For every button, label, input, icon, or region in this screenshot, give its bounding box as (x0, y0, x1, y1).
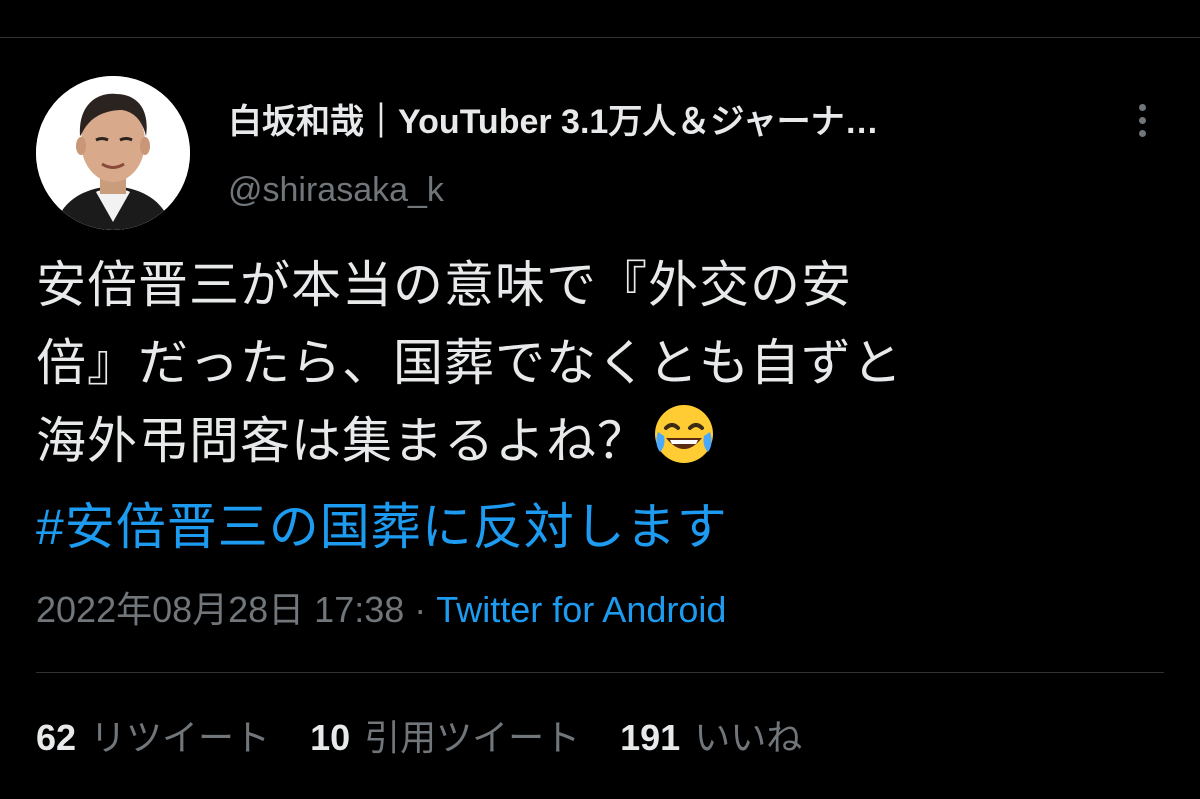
avatar[interactable] (36, 76, 190, 230)
tweet-stats: 62 リツイート 10 引用ツイート 191 いいね (36, 714, 802, 762)
top-divider (0, 37, 1200, 38)
more-options-button[interactable] (1122, 96, 1162, 144)
display-name[interactable]: 白坂和哉｜YouTuber 3.1万人＆ジャーナ… (228, 100, 1098, 144)
more-dots-icon (1138, 103, 1146, 111)
retweets-stat[interactable]: 62 リツイート (36, 714, 270, 762)
quotes-count: 10 (310, 717, 351, 758)
face-with-tears-of-joy-icon (652, 402, 716, 488)
user-avatar-icon (36, 76, 190, 230)
tweet-line-last: 海外弔問客は集まるよね？ (36, 402, 1166, 488)
likes-stat[interactable]: 191 いいね (620, 714, 802, 762)
user-handle[interactable]: @shirasaka_k (228, 168, 444, 212)
tweet-text: 安倍晋三が本当の意味で『外交の安 倍』だったら、国葬でなくとも自ずと 海外弔問客… (36, 246, 1166, 488)
stats-divider (36, 672, 1164, 673)
more-dot (1138, 116, 1146, 124)
more-dot (1138, 129, 1146, 137)
retweets-count: 62 (36, 717, 77, 758)
hashtag-link[interactable]: #安倍晋三の国葬に反対します (36, 488, 728, 566)
tweet-meta: 2022年08月28日 17:38 · Twitter for Android (36, 586, 726, 634)
likes-label: いいね (694, 717, 803, 758)
meta-separator: · (414, 589, 427, 630)
quotes-label: 引用ツイート (364, 717, 581, 758)
tweet-line: 倍』だったら、国葬でなくとも自ずと (36, 335, 903, 391)
tweet-line-text: 海外弔問客は集まるよね？ (36, 413, 648, 469)
likes-count: 191 (620, 717, 681, 758)
tweet-source-link[interactable]: Twitter for Android (436, 589, 726, 630)
tweet-timestamp[interactable]: 2022年08月28日 17:38 (36, 589, 404, 630)
retweets-label: リツイート (90, 717, 271, 758)
quotes-stat[interactable]: 10 引用ツイート (310, 714, 580, 762)
tweet-line: 安倍晋三が本当の意味で『外交の安 (36, 257, 852, 313)
